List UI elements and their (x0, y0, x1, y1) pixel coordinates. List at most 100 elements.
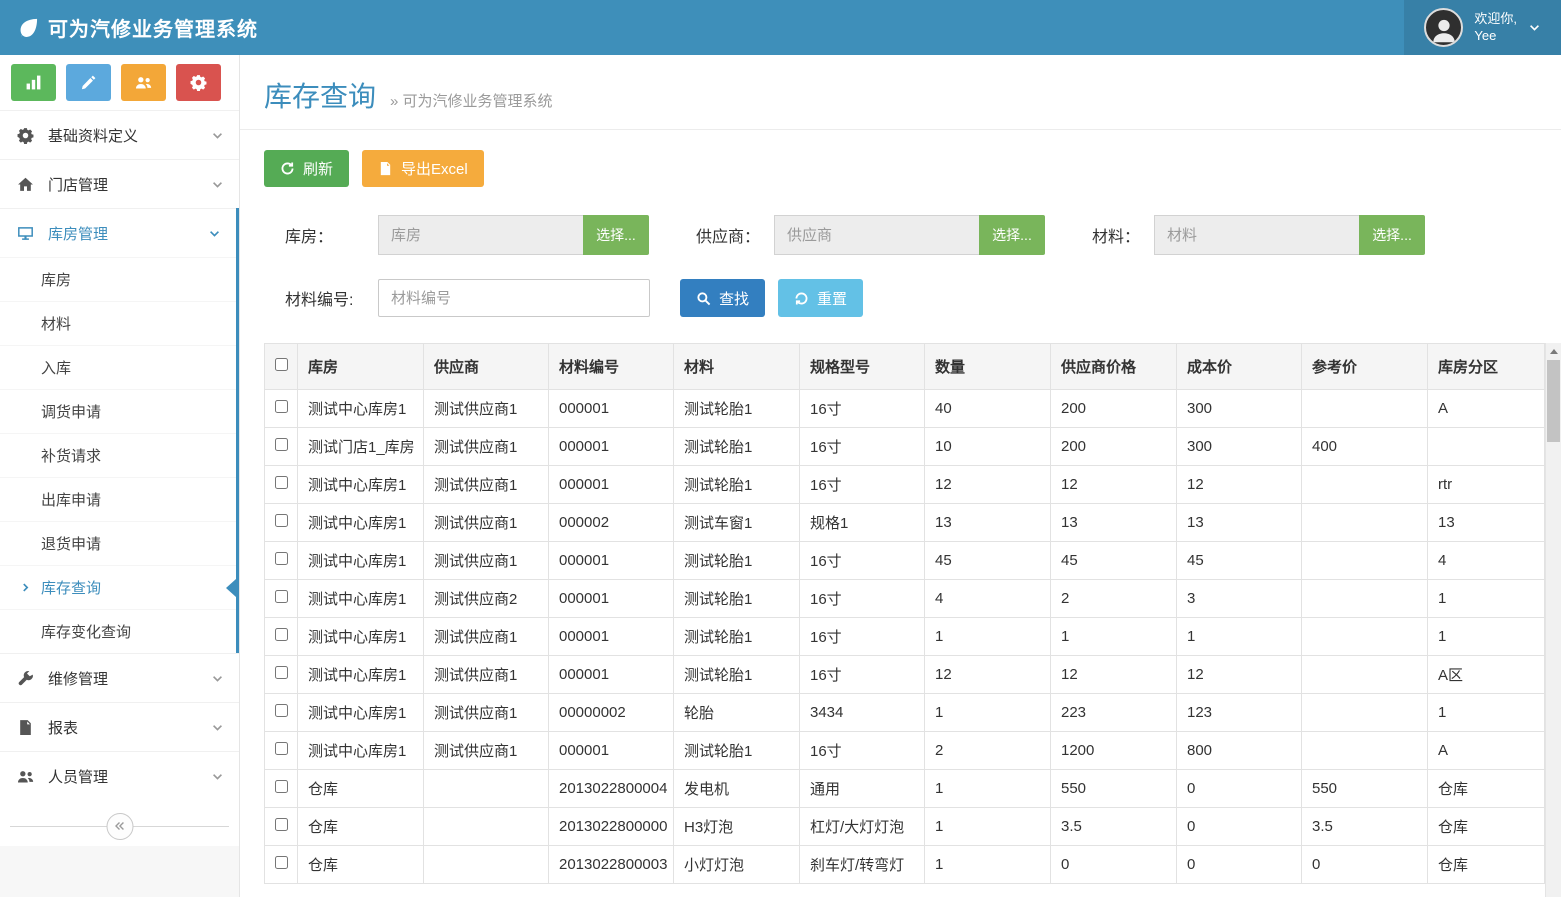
row-checkbox[interactable] (275, 552, 288, 565)
checkbox-cell (265, 428, 298, 466)
table-row[interactable]: 测试中心库房1测试供应商1000001测试轮胎116寸4545454 (265, 542, 1545, 580)
table-cell: 000001 (549, 390, 674, 428)
filter-row-1: 库房： 选择... 供应商： 选择... 材料： (240, 187, 1561, 255)
row-checkbox[interactable] (275, 514, 288, 527)
table-cell: 发电机 (674, 770, 800, 808)
row-checkbox[interactable] (275, 628, 288, 641)
checkbox-cell (265, 808, 298, 846)
row-checkbox[interactable] (275, 818, 288, 831)
table-cell: 1 (1428, 618, 1545, 656)
warehouse-select-button[interactable]: 选择... (583, 215, 649, 255)
table-cell: 0 (1051, 846, 1177, 884)
material-no-input[interactable] (378, 279, 650, 317)
sidebar-quick-row (0, 55, 239, 110)
sidebar-item-repair-mgmt[interactable]: 维修管理 (0, 653, 239, 702)
sidebar-subitem[interactable]: 库房 (0, 257, 236, 301)
user-menu[interactable]: 欢迎你, Yee (1404, 0, 1561, 55)
leaf-icon (17, 17, 39, 39)
excel-file-icon (378, 161, 393, 176)
row-checkbox[interactable] (275, 780, 288, 793)
sidebar-item-store-mgmt[interactable]: 门店管理 (0, 159, 239, 208)
table-cell: 16寸 (800, 390, 925, 428)
table-cell: 测试轮胎1 (674, 580, 800, 618)
search-button[interactable]: 查找 (680, 279, 765, 317)
refresh-button-label: 刷新 (303, 158, 333, 179)
table-cell: 000001 (549, 542, 674, 580)
sidebar-item-base-data[interactable]: 基础资料定义 (0, 110, 239, 159)
app-window: 可为汽修业务管理系统 欢迎你, Yee 基础资料定义门店管理库房管理库房材料入库… (0, 0, 1561, 897)
sidebar-subitem[interactable]: 补货请求 (0, 433, 236, 477)
table-row[interactable]: 仓库2013022800000H3灯泡杠灯/大灯灯泡13.503.5仓库 (265, 808, 1545, 846)
row-checkbox[interactable] (275, 704, 288, 717)
row-checkbox[interactable] (275, 742, 288, 755)
row-checkbox[interactable] (275, 590, 288, 603)
row-checkbox[interactable] (275, 666, 288, 679)
sidebar-subitem[interactable]: 材料 (0, 301, 236, 345)
table-row[interactable]: 仓库2013022800004发电机通用15500550仓库 (265, 770, 1545, 808)
row-checkbox[interactable] (275, 476, 288, 489)
person-icon (1429, 15, 1459, 45)
table-row[interactable]: 测试中心库房1测试供应商1000001测试轮胎116寸21200800A (265, 732, 1545, 770)
reset-button-label: 重置 (817, 288, 847, 309)
sidebar-subitem[interactable]: 调货申请 (0, 389, 236, 433)
quick-button-pencil[interactable] (66, 64, 111, 101)
checkbox-cell (265, 390, 298, 428)
sidebar-subitem[interactable]: 入库 (0, 345, 236, 389)
sidebar-subitem[interactable]: 退货申请 (0, 521, 236, 565)
table-cell: 1 (1051, 618, 1177, 656)
supplier-select-button[interactable]: 选择... (979, 215, 1045, 255)
column-header: 成本价 (1177, 344, 1302, 390)
checkbox-cell (265, 542, 298, 580)
warehouse-input[interactable] (378, 215, 583, 255)
table-cell: 测试中心库房1 (298, 580, 424, 618)
row-checkbox[interactable] (275, 438, 288, 451)
table-cell: 1 (1428, 694, 1545, 732)
refresh-button[interactable]: 刷新 (264, 150, 349, 187)
sidebar-item-label: 库房管理 (48, 223, 208, 244)
table-cell: 2 (1051, 580, 1177, 618)
sidebar-item-reports[interactable]: 报表 (0, 702, 239, 751)
quick-button-bar-chart[interactable] (11, 64, 56, 101)
gear-icon (190, 74, 207, 91)
table-row[interactable]: 测试中心库房1测试供应商2000001测试轮胎116寸4231 (265, 580, 1545, 618)
table-row[interactable]: 测试中心库房1测试供应商1000001测试轮胎116寸1111 (265, 618, 1545, 656)
table-cell: 40 (925, 390, 1051, 428)
chevron-down-icon (211, 178, 224, 191)
row-checkbox[interactable] (275, 856, 288, 869)
table-cell: 测试轮胎1 (674, 618, 800, 656)
sidebar-item-warehouse-mgmt[interactable]: 库房管理 (0, 208, 236, 257)
scroll-up-arrow[interactable] (1546, 343, 1561, 360)
table-row[interactable]: 测试中心库房1测试供应商1000002测试车窗1规格113131313 (265, 504, 1545, 542)
table-cell: 16寸 (800, 656, 925, 694)
export-excel-button[interactable]: 导出Excel (362, 150, 484, 187)
quick-button-users[interactable] (121, 64, 166, 101)
table-row[interactable]: 测试门店1_库房测试供应商1000001测试轮胎116寸10200300400 (265, 428, 1545, 466)
table-cell: 550 (1051, 770, 1177, 808)
table-row[interactable]: 仓库2013022800003小灯灯泡刹车灯/转弯灯1000仓库 (265, 846, 1545, 884)
checkbox-cell (265, 580, 298, 618)
sidebar-subitem[interactable]: 出库申请 (0, 477, 236, 521)
material-input[interactable] (1154, 215, 1359, 255)
vertical-scrollbar[interactable] (1545, 343, 1561, 897)
supplier-input[interactable] (774, 215, 979, 255)
sidebar-subitem[interactable]: 库存变化查询 (0, 609, 236, 653)
material-select-button[interactable]: 选择... (1359, 215, 1425, 255)
sidebar-subitem[interactable]: 库存查询 (0, 565, 236, 609)
scrollbar-thumb[interactable] (1547, 360, 1560, 442)
sidebar-item-staff-mgmt[interactable]: 人员管理 (0, 751, 239, 800)
quick-button-gear[interactable] (176, 64, 221, 101)
table-cell: 测试轮胎1 (674, 732, 800, 770)
table-cell: 300 (1177, 390, 1302, 428)
row-checkbox[interactable] (275, 400, 288, 413)
search-icon (696, 291, 711, 306)
table-cell: 1 (925, 618, 1051, 656)
table-row[interactable]: 测试中心库房1测试供应商100000002轮胎343412231231 (265, 694, 1545, 732)
table-cell: 测试供应商1 (424, 618, 549, 656)
table-row[interactable]: 测试中心库房1测试供应商1000001测试轮胎116寸121212rtr (265, 466, 1545, 504)
sidebar-collapse-button[interactable] (106, 813, 133, 840)
reset-button[interactable]: 重置 (778, 279, 863, 317)
select-all-checkbox[interactable] (275, 358, 288, 371)
table-row[interactable]: 测试中心库房1测试供应商1000001测试轮胎116寸121212A区 (265, 656, 1545, 694)
table-row[interactable]: 测试中心库房1测试供应商1000001测试轮胎116寸40200300A (265, 390, 1545, 428)
table-cell (1302, 618, 1428, 656)
